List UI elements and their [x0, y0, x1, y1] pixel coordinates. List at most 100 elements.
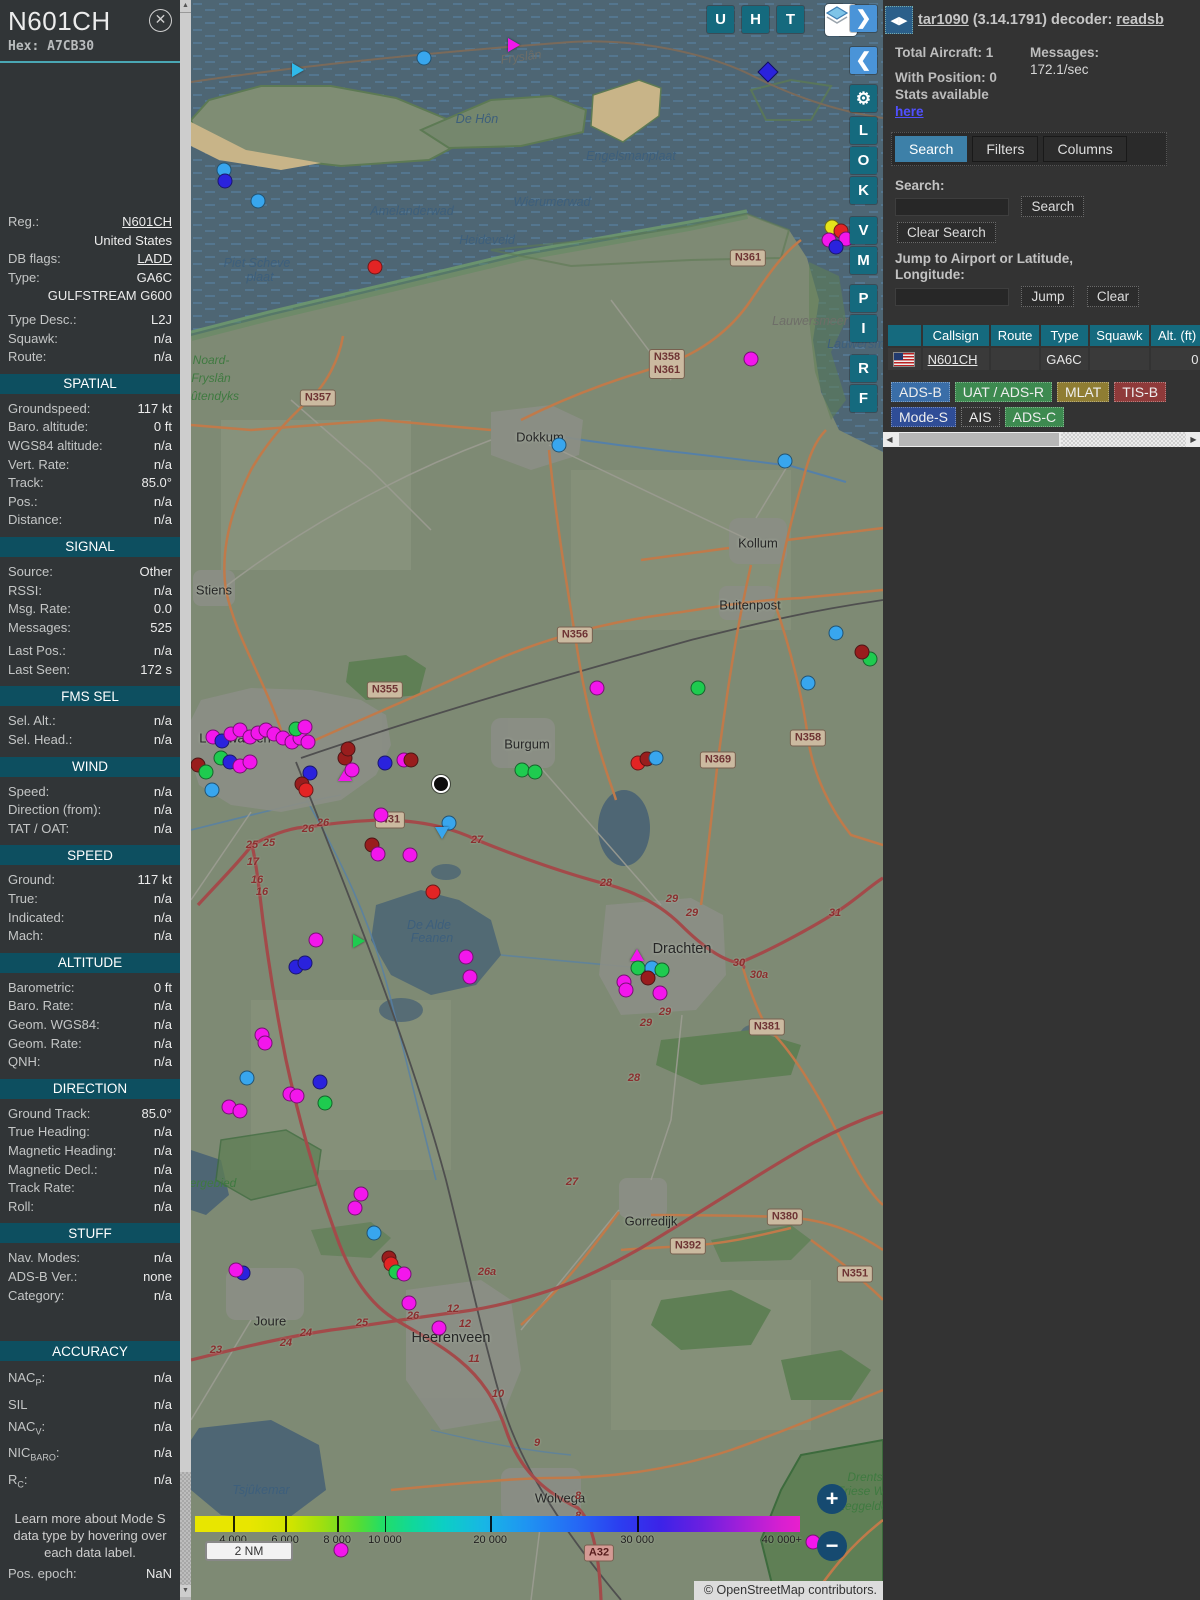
aircraft-dot[interactable] [416, 50, 432, 66]
column-header-Route[interactable]: Route [990, 325, 1040, 346]
hscroll-thumb[interactable] [899, 433, 1059, 447]
search-input[interactable] [895, 197, 1009, 216]
aircraft-dot[interactable] [353, 934, 365, 948]
map-button-u[interactable]: U [707, 6, 734, 33]
table-row[interactable]: N601CH GA6C 0 [888, 348, 1200, 371]
badge-uat-ads-r[interactable]: UAT / ADS-R [954, 382, 1052, 403]
scroll-down-icon[interactable]: ▼ [180, 1585, 191, 1597]
badge-ais[interactable]: AIS [961, 407, 1000, 428]
map-button-r[interactable]: R [850, 355, 877, 382]
aircraft-dot[interactable] [242, 754, 258, 770]
aircraft-dot[interactable] [508, 38, 520, 52]
tab-filters[interactable]: Filters [972, 136, 1039, 162]
clear-search-button[interactable]: Clear Search [897, 222, 996, 243]
aircraft-dot[interactable] [402, 847, 418, 863]
aircraft-dot[interactable] [800, 675, 816, 691]
aircraft-dot[interactable] [828, 239, 844, 255]
map-button-m[interactable]: M [850, 247, 877, 274]
map-button-t[interactable]: T [777, 6, 804, 33]
aircraft-dot[interactable] [370, 846, 386, 862]
column-header-flag[interactable] [888, 325, 921, 346]
scroll-up-icon[interactable]: ▲ [180, 0, 191, 12]
aircraft-dot[interactable] [204, 782, 220, 798]
map-button-v[interactable]: V [850, 217, 877, 244]
aircraft-dot[interactable] [297, 955, 313, 971]
aircraft-dot[interactable] [743, 351, 759, 367]
aircraft-dot[interactable] [777, 453, 793, 469]
column-header-Alt. (ft)[interactable]: Alt. (ft) [1150, 325, 1200, 346]
sidebar-scrollbar-track[interactable] [180, 1472, 191, 1585]
badge-mode-s[interactable]: Mode-S [891, 407, 957, 428]
readsb-link[interactable]: readsb [1116, 12, 1164, 28]
aircraft-dot[interactable] [618, 982, 634, 998]
chevron-left-icon[interactable]: ❮ [850, 47, 877, 74]
column-header-Callsign[interactable]: Callsign [922, 325, 989, 346]
sidebar-scrollbar[interactable]: ▲ ▼ [180, 0, 191, 1600]
badge-ads-b[interactable]: ADS-B [891, 382, 950, 403]
aircraft-dot[interactable] [347, 1200, 363, 1216]
aircraft-dot[interactable] [854, 644, 870, 660]
aircraft-dot[interactable] [403, 752, 419, 768]
map-button-i[interactable]: I [850, 315, 877, 342]
panel-toggle-button[interactable]: ◀▶ [885, 6, 913, 34]
jump-input[interactable] [895, 287, 1009, 306]
jump-clear-button[interactable]: Clear [1086, 286, 1140, 307]
aircraft-dot[interactable] [828, 625, 844, 641]
badge-ads-c[interactable]: ADS-C [1004, 407, 1065, 428]
aircraft-dot[interactable] [198, 764, 214, 780]
aircraft-dot[interactable] [654, 962, 670, 978]
stats-here-link[interactable]: here [895, 104, 924, 119]
aircraft-dot[interactable] [551, 437, 567, 453]
aircraft-dot[interactable] [292, 63, 304, 77]
selected-aircraft-dot[interactable] [432, 775, 450, 793]
map-button-l[interactable]: L [850, 117, 877, 144]
badge-tis-b[interactable]: TIS-B [1114, 382, 1167, 403]
aircraft-dot[interactable] [630, 949, 644, 961]
map-button-o[interactable]: O [850, 147, 877, 174]
aircraft-dot[interactable] [257, 1035, 273, 1051]
aircraft-dot[interactable] [377, 755, 393, 771]
map-button-f[interactable]: F [850, 385, 877, 412]
aircraft-dot[interactable] [690, 680, 706, 696]
aircraft-dot[interactable] [308, 932, 324, 948]
aircraft-dot[interactable] [217, 173, 233, 189]
aircraft-dot[interactable] [298, 782, 314, 798]
map-button-k[interactable]: K [850, 177, 877, 204]
zoom-out-button[interactable]: − [817, 1531, 847, 1561]
badge-mlat[interactable]: MLAT [1056, 382, 1110, 403]
column-header-Squawk[interactable]: Squawk [1090, 325, 1149, 346]
aircraft-dot[interactable] [366, 1225, 382, 1241]
jump-button[interactable]: Jump [1021, 286, 1075, 307]
value-link[interactable]: N601CH [45, 213, 172, 232]
chevron-right-icon[interactable]: ❯ [850, 5, 877, 32]
aircraft-dot[interactable] [396, 1266, 412, 1282]
aircraft-dot[interactable] [373, 807, 389, 823]
aircraft-dot[interactable] [640, 970, 656, 986]
scroll-left-icon[interactable]: ◀ [883, 432, 896, 447]
aircraft-dot[interactable] [297, 719, 313, 735]
aircraft-dot[interactable] [425, 884, 441, 900]
aircraft-dot[interactable] [340, 741, 356, 757]
map-button-h[interactable]: H [742, 6, 769, 33]
tab-search[interactable]: Search [895, 136, 968, 162]
sidebar-scrollbar-thumb[interactable] [180, 12, 191, 1474]
aircraft-dot[interactable] [344, 762, 360, 778]
aircraft-dot[interactable] [527, 764, 543, 780]
column-header-Type[interactable]: Type [1041, 325, 1089, 346]
aircraft-dot[interactable] [317, 1095, 333, 1111]
zoom-in-button[interactable]: + [817, 1484, 847, 1514]
aircraft-dot[interactable] [300, 734, 316, 750]
scroll-right-icon[interactable]: ▶ [1187, 432, 1200, 447]
aircraft-dot[interactable] [353, 1186, 369, 1202]
map-button-p[interactable]: P [850, 285, 877, 312]
aircraft-dot[interactable] [431, 1320, 447, 1336]
osm-attribution[interactable]: © OpenStreetMap contributors. [693, 1581, 883, 1600]
aircraft-dot[interactable] [458, 949, 474, 965]
tar1090-link[interactable]: tar1090 [918, 12, 969, 28]
aircraft-dot[interactable] [239, 1070, 255, 1086]
callsign-link[interactable]: N601CH [922, 348, 989, 371]
aircraft-dot[interactable] [648, 750, 664, 766]
map[interactable]: DokkumKollumBuitenpostStiensBurgumLeeuwa… [191, 0, 883, 1600]
search-button[interactable]: Search [1021, 196, 1085, 217]
aircraft-dot[interactable] [228, 1262, 244, 1278]
